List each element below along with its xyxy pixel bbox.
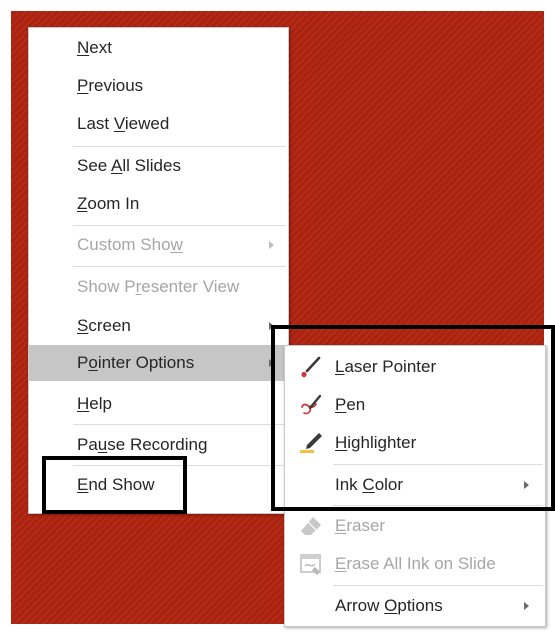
- submenu-item-erase-all-ink[interactable]: Erase All Ink on Slide: [285, 545, 545, 583]
- menu-item-screen[interactable]: Screen: [29, 308, 288, 344]
- laser-pointer-icon: [299, 355, 323, 379]
- pointer-options-submenu: Laser Pointer Pen Highlighter Ink Color …: [284, 345, 546, 627]
- menu-item-last-viewed[interactable]: Last Viewed: [29, 106, 288, 142]
- submenu-separator: [333, 505, 543, 506]
- menu-item-pointer-options[interactable]: Pointer Options: [29, 345, 288, 381]
- menu-item-label: Pause Recording: [77, 435, 208, 454]
- menu-item-label: See All Slides: [77, 156, 181, 175]
- menu-item-label: Previous: [77, 76, 144, 95]
- submenu-item-arrow-options[interactable]: Arrow Options: [285, 587, 545, 625]
- menu-item-zoom-in[interactable]: Zoom In: [29, 186, 288, 222]
- slideshow-context-menu: Next Previous Last Viewed See All Slides…: [28, 27, 289, 514]
- menu-item-next[interactable]: Next: [29, 30, 288, 66]
- menu-item-end-show[interactable]: End Show: [29, 467, 288, 503]
- submenu-item-label: Ink Color: [335, 475, 404, 494]
- menu-item-help[interactable]: Help: [29, 386, 288, 422]
- menu-item-see-all-slides[interactable]: See All Slides: [29, 148, 288, 184]
- submenu-item-label: Arrow Options: [335, 596, 443, 615]
- menu-item-label: Custom Show: [77, 235, 183, 254]
- screenshot-stage: Next Previous Last Viewed See All Slides…: [0, 0, 555, 633]
- submenu-item-highlighter[interactable]: Highlighter: [285, 424, 545, 462]
- menu-item-pause-recording[interactable]: Pause Recording: [29, 427, 288, 463]
- submenu-item-eraser[interactable]: Eraser: [285, 507, 545, 545]
- menu-item-label: Next: [77, 38, 112, 57]
- eraser-icon: [299, 514, 323, 538]
- menu-separator: [73, 424, 286, 425]
- menu-item-previous[interactable]: Previous: [29, 68, 288, 104]
- menu-item-label: Screen: [77, 316, 131, 335]
- submenu-item-label: Erase All Ink on Slide: [335, 554, 496, 573]
- menu-item-label: Help: [77, 394, 112, 413]
- submenu-arrow-icon: [269, 322, 274, 330]
- submenu-arrow-icon: [269, 241, 274, 249]
- menu-separator: [73, 266, 286, 267]
- submenu-separator: [333, 464, 543, 465]
- highlighter-icon: [299, 431, 323, 455]
- menu-item-label: End Show: [77, 475, 155, 494]
- menu-item-label: Show Presenter View: [77, 277, 240, 296]
- submenu-arrow-icon: [524, 602, 529, 610]
- menu-separator: [73, 225, 286, 226]
- submenu-item-label: Highlighter: [335, 433, 417, 452]
- menu-separator: [73, 146, 286, 147]
- submenu-item-ink-color[interactable]: Ink Color: [285, 466, 545, 504]
- submenu-separator: [333, 585, 543, 586]
- erase-all-ink-icon: [299, 552, 323, 576]
- submenu-arrow-icon: [524, 481, 529, 489]
- submenu-item-label: Pen: [335, 395, 366, 414]
- submenu-item-laser-pointer[interactable]: Laser Pointer: [285, 348, 545, 386]
- menu-item-show-presenter-view[interactable]: Show Presenter View: [29, 269, 288, 305]
- submenu-arrow-icon: [269, 359, 274, 367]
- menu-item-label: Pointer Options: [77, 353, 195, 372]
- menu-item-custom-show[interactable]: Custom Show: [29, 227, 288, 263]
- menu-item-label: Last Viewed: [77, 114, 170, 133]
- menu-separator: [73, 465, 286, 466]
- submenu-item-label: Eraser: [335, 516, 386, 535]
- submenu-item-pen[interactable]: Pen: [285, 386, 545, 424]
- pen-icon: [299, 393, 323, 417]
- menu-item-label: Zoom In: [77, 194, 140, 213]
- submenu-item-label: Laser Pointer: [335, 357, 437, 376]
